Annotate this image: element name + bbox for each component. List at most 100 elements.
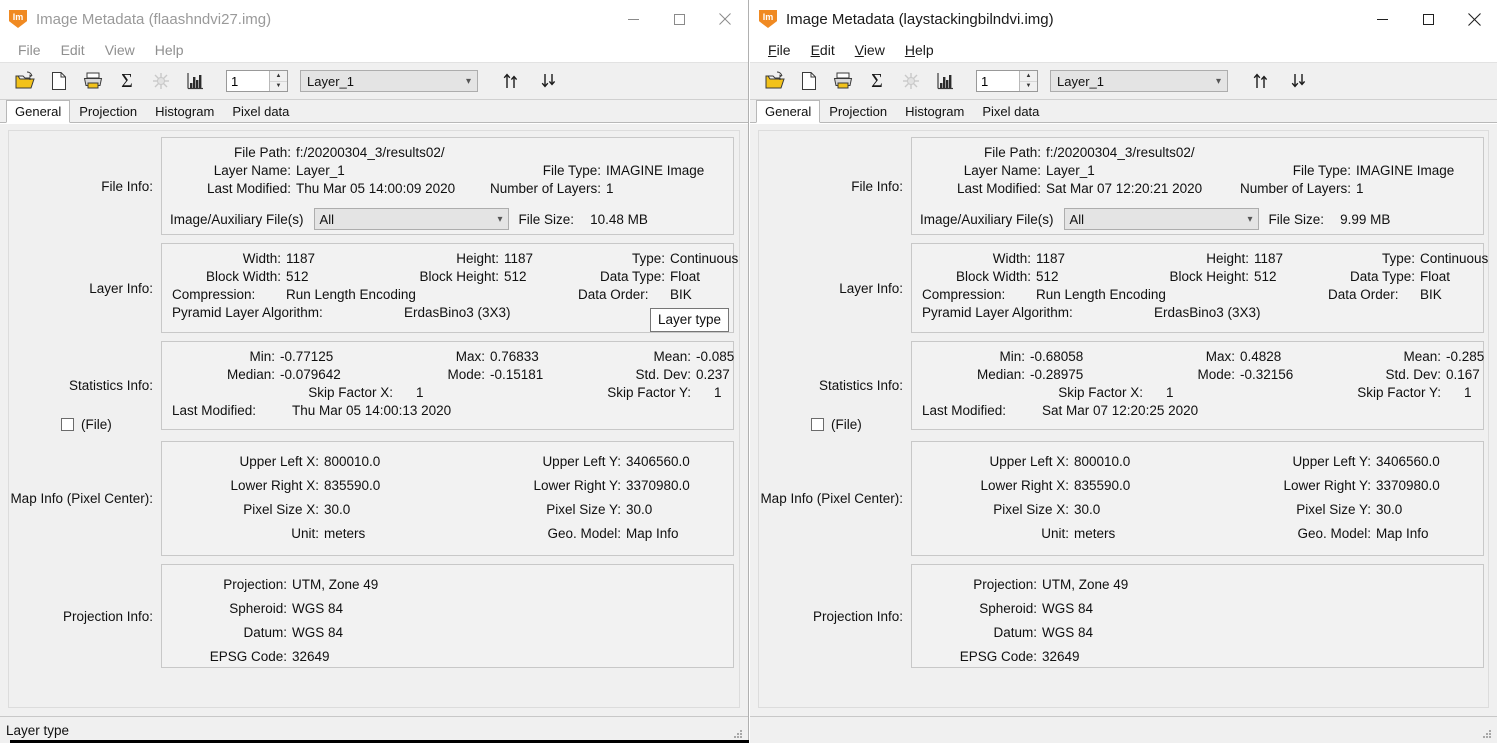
close-button-right[interactable] [1451, 0, 1497, 38]
new-file-icon[interactable] [42, 66, 76, 96]
window-image-metadata-right[interactable]: Im Image Metadata (laystackingbilndvi.im… [750, 0, 1497, 743]
pyramid-layers-icon[interactable] [144, 66, 178, 96]
file-type-label-right: File Type: [1292, 163, 1351, 178]
tab-projection-right[interactable]: Projection [820, 100, 897, 122]
layer-number-up-icon[interactable]: ▲ [270, 71, 287, 82]
next-layer-icon[interactable] [1282, 66, 1316, 96]
type-label-right: Type: [1381, 251, 1415, 266]
tab-general-right[interactable]: General [756, 100, 821, 123]
layer-number-stepper-right[interactable]: 1 ▲ ▼ [976, 70, 1038, 92]
resize-grip-right[interactable] [1481, 728, 1493, 740]
minimize-button-right[interactable] [1359, 0, 1405, 38]
tabstrip-right[interactable]: General Projection Histogram Pixel data [750, 100, 1497, 123]
tab-projection-left[interactable]: Projection [70, 100, 147, 122]
file-size-label-right: File Size: [1268, 211, 1325, 227]
tab-general-left[interactable]: General [6, 100, 71, 123]
max-value-right: 0.4828 [1240, 349, 1282, 364]
new-file-icon[interactable] [792, 66, 826, 96]
stddev-label-left: Std. Dev: [635, 367, 691, 382]
window-controls-left[interactable] [610, 0, 748, 38]
menu-view-right[interactable]: View [845, 42, 895, 58]
type-value-right: Continuous [1420, 251, 1489, 266]
median-label-right: Median: [976, 367, 1025, 382]
menu-help-left[interactable]: Help [145, 42, 194, 58]
map-info-box-left: Upper Left X: 800010.0 Upper Left Y: 340… [161, 441, 734, 556]
layer-select-left[interactable]: Layer_1 ▾ [300, 70, 478, 92]
menu-edit-left[interactable]: Edit [51, 42, 95, 58]
previous-layer-icon[interactable] [494, 66, 528, 96]
layer-select-value-left: Layer_1 [307, 73, 354, 89]
print-icon[interactable] [826, 66, 860, 96]
layer-number-down-icon[interactable]: ▼ [270, 82, 287, 92]
menu-edit-right[interactable]: Edit [801, 42, 845, 58]
spheroid-value-right: WGS 84 [1042, 601, 1094, 616]
file-checkbox-row-right[interactable]: (File) [811, 417, 862, 432]
close-button-left[interactable] [702, 0, 748, 38]
file-checkbox-right[interactable] [811, 418, 824, 431]
projection-info-label-right: Projection Info: [812, 608, 903, 624]
pixel-size-x-value-left: 30.0 [324, 502, 351, 517]
histogram-icon[interactable] [928, 66, 962, 96]
minimize-button-left[interactable] [610, 0, 656, 38]
open-file-icon[interactable] [8, 66, 42, 96]
tabstrip-left[interactable]: General Projection Histogram Pixel data [0, 100, 748, 123]
toolbar-right[interactable]: Σ 1 ▲ ▼ Layer_1 ▾ [750, 62, 1497, 100]
window-controls-right[interactable] [1359, 0, 1497, 38]
layer-number-input-left[interactable]: 1 [227, 71, 269, 91]
maximize-button-right[interactable] [1405, 0, 1451, 38]
layer-number-stepper-left[interactable]: 1 ▲ ▼ [226, 70, 288, 92]
toolbar-left[interactable]: Σ 1 ▲ ▼ Layer_1 ▾ [0, 62, 748, 100]
tab-histogram-left[interactable]: Histogram [146, 100, 224, 122]
block-width-label-right: Block Width: [955, 269, 1031, 284]
menubar-left[interactable]: File Edit View Help [0, 38, 748, 62]
layer-type-tooltip: Layer type [650, 308, 730, 332]
titlebar-left[interactable]: Im Image Metadata (flaashndvi27.img) [0, 0, 748, 38]
upper-left-y-label-left: Upper Left Y: [542, 454, 621, 469]
open-file-icon[interactable] [758, 66, 792, 96]
min-value-right: -0.68058 [1030, 349, 1084, 364]
statistics-info-label-right: Statistics Info: [818, 378, 903, 393]
menu-file-right[interactable]: File [758, 42, 801, 58]
print-icon[interactable] [76, 66, 110, 96]
layer-name-label-left: Layer Name: [213, 163, 291, 178]
layer-number-up-icon[interactable]: ▲ [1020, 71, 1037, 82]
file-checkbox-row-left[interactable]: (File) [61, 417, 112, 432]
previous-layer-icon[interactable] [1244, 66, 1278, 96]
block-height-value-right: 512 [1254, 269, 1277, 284]
layer-number-input-right[interactable]: 1 [977, 71, 1019, 91]
statistics-info-section-left: Statistics Info: Min: -0.77125 Max: 0.76… [9, 341, 734, 432]
file-checkbox-left[interactable] [61, 418, 74, 431]
aux-files-value-left: All [319, 211, 334, 227]
menu-help-right[interactable]: Help [895, 42, 944, 58]
content-right: File Info: File Path: f:/20200304_3/resu… [750, 123, 1497, 716]
menubar-right[interactable]: File Edit View Help [750, 38, 1497, 62]
aux-files-select-left[interactable]: All ▾ [313, 208, 509, 230]
layer-select-value-right: Layer_1 [1057, 73, 1104, 89]
tab-pixeldata-left[interactable]: Pixel data [223, 100, 299, 122]
titlebar-right[interactable]: Im Image Metadata (laystackingbilndvi.im… [750, 0, 1497, 38]
lower-right-x-label-right: Lower Right X: [980, 478, 1069, 493]
pyramid-layers-icon[interactable] [894, 66, 928, 96]
resize-grip-left[interactable] [732, 728, 744, 740]
layer-select-right[interactable]: Layer_1 ▾ [1050, 70, 1228, 92]
tab-histogram-right[interactable]: Histogram [896, 100, 974, 122]
tab-pixeldata-right[interactable]: Pixel data [973, 100, 1049, 122]
layer-name-label-right: Layer Name: [963, 163, 1041, 178]
statistics-sigma-icon[interactable]: Σ [110, 66, 144, 96]
layer-number-down-icon[interactable]: ▼ [1020, 82, 1037, 92]
projection-info-section-right: Projection Info: Projection: UTM, Zone 4… [759, 564, 1484, 668]
next-layer-icon[interactable] [532, 66, 566, 96]
aux-files-label-left: Image/Auxiliary File(s) [170, 211, 304, 227]
histogram-icon[interactable] [178, 66, 212, 96]
aux-files-select-right[interactable]: All ▾ [1063, 208, 1259, 230]
statistics-info-box-left: Min: -0.77125 Max: 0.76833 Mean: -0.085 … [161, 341, 734, 430]
maximize-button-left[interactable] [656, 0, 702, 38]
statistics-sigma-icon[interactable]: Σ [860, 66, 894, 96]
window-image-metadata-left[interactable]: Im Image Metadata (flaashndvi27.img) Fil… [0, 0, 749, 743]
statusbar-right [750, 716, 1497, 743]
menu-view-left[interactable]: View [95, 42, 145, 58]
menu-file-left[interactable]: File [8, 42, 51, 58]
upper-left-y-value-left: 3406560.0 [626, 454, 690, 469]
lower-right-y-value-right: 3370980.0 [1376, 478, 1440, 493]
file-info-label-left: File Info: [101, 178, 153, 194]
